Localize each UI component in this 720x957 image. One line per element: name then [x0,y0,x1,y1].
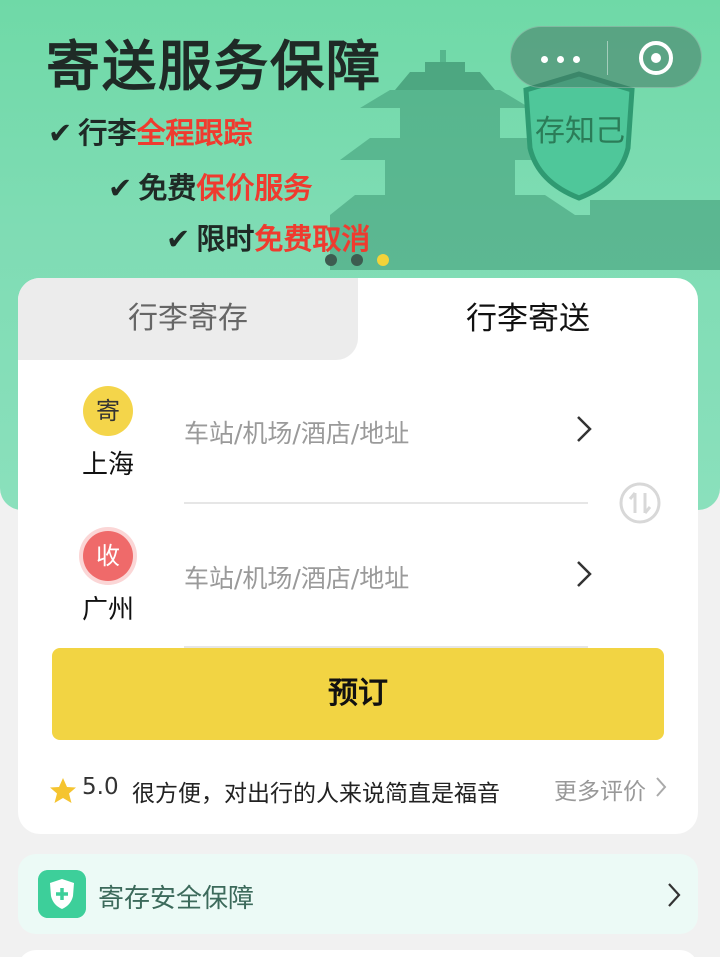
shield-logo-text: 存知己 [535,114,625,149]
more-reviews-link[interactable]: 更多评价 [554,772,646,806]
swap-route-icon[interactable] [618,481,662,525]
safety-guarantee-row[interactable]: 寄存安全保障 [18,854,698,934]
receiver-row[interactable]: 收 广州 车站/机场/酒店/地址 [18,523,698,653]
chevron-right-icon [577,416,592,442]
feature-tracking: ✔ 行李全程跟踪 [48,116,253,150]
feature-insurance: ✔ 免费保价服务 [108,171,313,205]
receiver-city[interactable]: 广州 [68,589,148,626]
chevron-right-icon [656,777,667,797]
chevron-right-icon [577,561,592,587]
safety-label: 寄存安全保障 [98,884,255,914]
sender-city[interactable]: 上海 [68,444,148,481]
review-summary[interactable]: 5.0 很方便，对出行的人来说简直是福音 更多评价 [48,772,678,812]
sender-row[interactable]: 寄 上海 车站/机场/酒店/地址 [18,378,698,508]
book-button[interactable]: 预订 [52,648,664,740]
more-menu-icon[interactable] [541,56,581,63]
chevron-right-icon [668,883,681,907]
check-icon: ✔ [166,222,191,256]
sender-badge: 寄 [83,386,133,436]
banner-headline: 寄送服务保障 [46,35,382,98]
sender-address-field[interactable]: 车站/机场/酒店/地址 [184,414,409,450]
tab-luggage-storage[interactable]: 行李寄存 [18,278,358,360]
divider [184,502,588,504]
star-icon [50,778,76,803]
banner-pager [325,251,403,270]
booking-card: 行李寄存 行李寄送 寄 上海 车站/机场/酒店/地址 收 广州 车站/机场/酒店… [18,278,698,834]
review-score: 5.0 [82,774,119,800]
capsule-divider [607,41,608,75]
check-icon: ✔ [108,171,133,205]
shield-plus-icon [38,870,86,918]
close-miniprogram-icon[interactable] [639,41,673,75]
pager-dot [325,254,337,266]
next-card [18,950,698,957]
miniprogram-capsule [510,26,702,88]
pager-dot [351,254,363,266]
receiver-badge: 收 [83,531,133,581]
tab-luggage-delivery[interactable]: 行李寄送 [358,278,698,360]
receiver-address-field[interactable]: 车站/机场/酒店/地址 [184,559,409,595]
pager-dot-active [377,254,389,266]
check-icon: ✔ [48,116,73,150]
review-text: 很方便，对出行的人来说简直是福音 [132,781,500,807]
